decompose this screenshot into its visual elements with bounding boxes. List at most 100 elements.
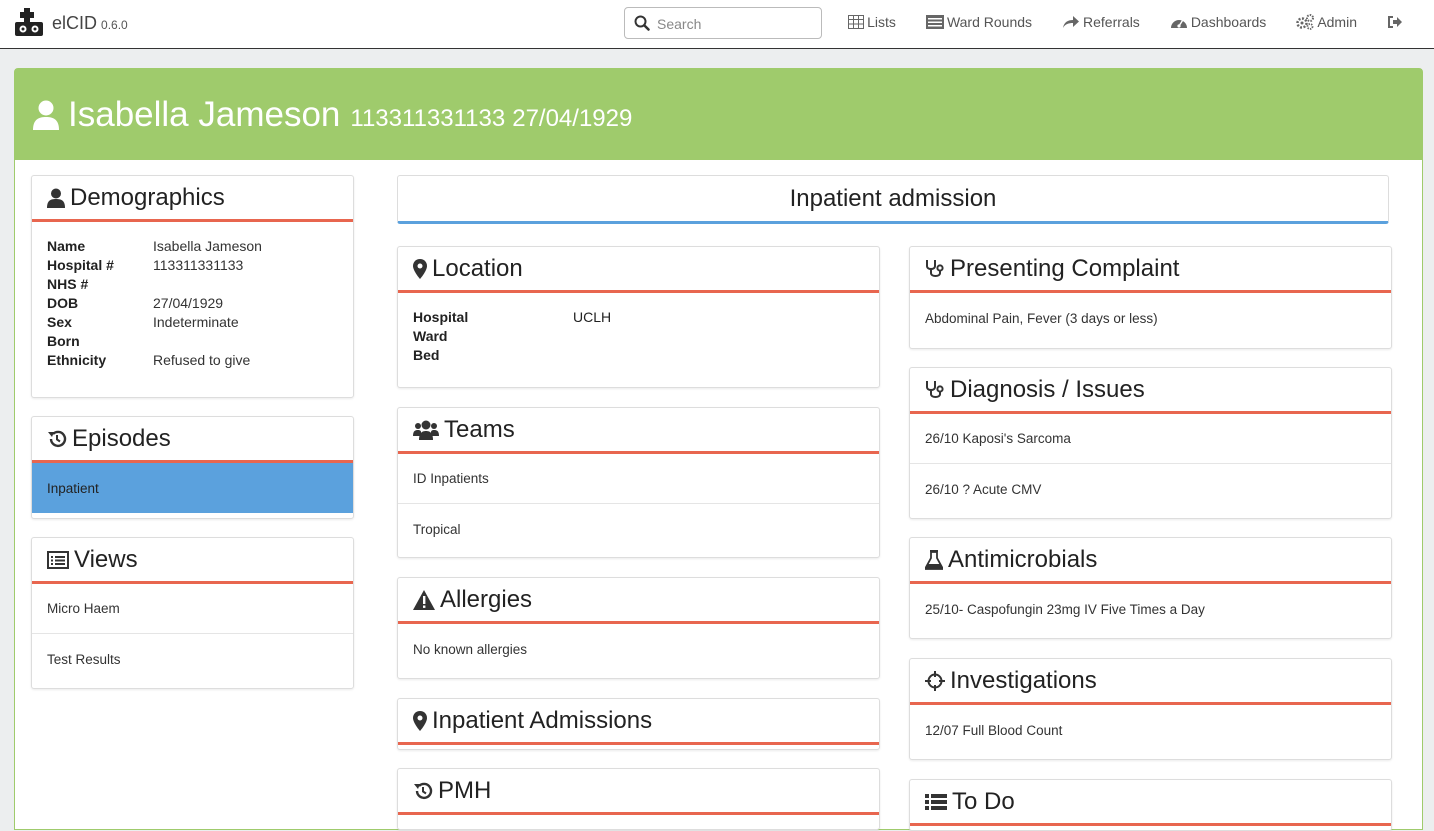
table-icon [848,15,865,29]
field-label: Ward [413,328,448,344]
team-item[interactable]: Tropical [398,504,879,554]
episodes-card: Episodes Inpatient [31,416,354,519]
pmh-card: PMH [397,768,880,830]
stethoscope-icon [926,259,944,277]
list-alt-icon [925,15,944,29]
field-label: DOB [47,295,79,311]
allergies-header: Allergies [398,578,879,624]
field-value: 113311331133 [153,257,244,273]
share-arrow-icon [1063,16,1080,28]
antimicrobial-item[interactable]: 25/10- Caspofungin 23mg IV Five Times a … [910,584,1391,634]
field-label: Sex [47,314,72,330]
presenting-complaint-title: Presenting Complaint [950,254,1180,282]
field-value: Refused to give [153,352,251,368]
elcid-logo-icon [15,8,43,36]
teams-title: Teams [444,415,515,443]
search-input[interactable] [655,12,819,36]
pmh-header: PMH [398,769,879,815]
flask-icon [925,549,943,570]
todo-card: To Do [909,779,1392,831]
sign-out-icon [1388,16,1402,28]
teams-card: Teams ID Inpatients Tropical [397,407,880,558]
field-label: Born [47,333,80,349]
nav-links: Lists Ward Rounds Referrals Dashboards A… [848,14,1406,30]
team-item[interactable]: ID Inpatients [398,454,879,504]
search-box[interactable] [624,7,822,39]
diagnosis-card: Diagnosis / Issues 26/10 Kaposi's Sarcom… [909,367,1392,519]
stethoscope-icon [926,380,944,398]
todo-header: To Do [910,780,1391,826]
map-marker-icon [413,710,427,731]
allergies-title: Allergies [440,585,533,613]
diagnosis-header: Diagnosis / Issues [910,368,1391,414]
field-value: Indeterminate [153,314,239,330]
teams-header: Teams [398,408,879,454]
nav-dashboards-label: Dashboards [1190,14,1267,30]
nav-referrals[interactable]: Referrals [1062,14,1140,30]
field-value [153,333,338,349]
top-navbar: elCID 0.6.0 Lists [0,0,1434,49]
nav-ward-rounds-label: Ward Rounds [946,14,1033,30]
nav-ward-rounds[interactable]: Ward Rounds [925,14,1033,30]
investigations-card: Investigations 12/07 Full Blood Count [909,658,1392,760]
logout-button[interactable] [1387,15,1406,29]
user-icon [47,188,65,208]
field-label: NHS # [47,276,89,292]
diagnosis-item[interactable]: 26/10 ? Acute CMV [910,464,1391,514]
field-label: Ethnicity [47,352,107,368]
field-value [573,328,864,344]
brand[interactable]: elCID 0.6.0 [14,8,128,38]
history-icon [414,782,433,799]
warning-icon [413,589,435,610]
episode-item[interactable]: Inpatient [32,463,353,513]
view-item[interactable]: Micro Haem [32,584,353,634]
view-item[interactable]: Test Results [32,634,353,684]
presenting-complaint-card: Presenting Complaint Abdominal Pain, Fev… [909,246,1392,349]
allergies-card: Allergies No known allergies [397,577,880,679]
patient-name: Isabella Jameson [68,94,341,134]
field-value: UCLH [573,309,612,325]
views-title: Views [74,545,138,573]
nav-lists[interactable]: Lists [848,14,896,30]
patient-header: Isabella Jameson 113311331133 27/04/1929 [15,69,1422,160]
app-version: 0.6.0 [101,18,128,32]
nav-dashboards[interactable]: Dashboards [1170,14,1267,30]
complaint-item[interactable]: Abdominal Pain, Fever (3 days or less) [910,293,1391,343]
investigation-item[interactable]: 12/07 Full Blood Count [910,705,1391,755]
demographics-header: Demographics [32,176,353,222]
demographics-fields: Name Isabella Jameson Hospital # 1133113… [32,222,353,380]
field-label: Bed [413,347,440,363]
antimicrobials-title: Antimicrobials [948,545,1098,573]
nav-admin[interactable]: Admin [1296,14,1357,30]
users-icon [413,420,439,440]
field-value [573,347,864,363]
map-marker-icon [413,258,427,279]
diagnosis-title: Diagnosis / Issues [950,375,1145,403]
episodes-title: Episodes [72,424,171,452]
field-label: Hospital [413,309,469,325]
gears-icon [1296,14,1315,30]
app-name: elCID [52,12,98,33]
search-icon [634,15,650,31]
episode-title: Inpatient admission [397,175,1389,224]
diagnosis-item[interactable]: 26/10 Kaposi's Sarcoma [910,414,1391,464]
views-header: Views [32,538,353,584]
location-card: Location Hospital UCLH Ward Bed [397,246,880,388]
episodes-header: Episodes [32,417,353,463]
dashboard-icon [1170,20,1187,28]
antimicrobials-card: Antimicrobials 25/10- Caspofungin 23mg I… [909,537,1392,639]
views-card: Views Micro Haem Test Results [31,537,354,689]
presenting-complaint-header: Presenting Complaint [910,247,1391,293]
location-title: Location [432,254,523,282]
field-value: Isabella Jameson [153,238,262,254]
antimicrobials-header: Antimicrobials [910,538,1391,584]
nav-referrals-label: Referrals [1083,14,1140,30]
allergy-item[interactable]: No known allergies [398,624,879,674]
user-icon [33,100,59,130]
field-label: Hospital # [47,257,114,273]
pmh-title: PMH [438,776,492,804]
history-icon [48,430,67,447]
location-header: Location [398,247,879,293]
patient-hospital-number: 113311331133 [350,104,506,132]
location-fields[interactable]: Hospital UCLH Ward Bed [398,293,879,375]
